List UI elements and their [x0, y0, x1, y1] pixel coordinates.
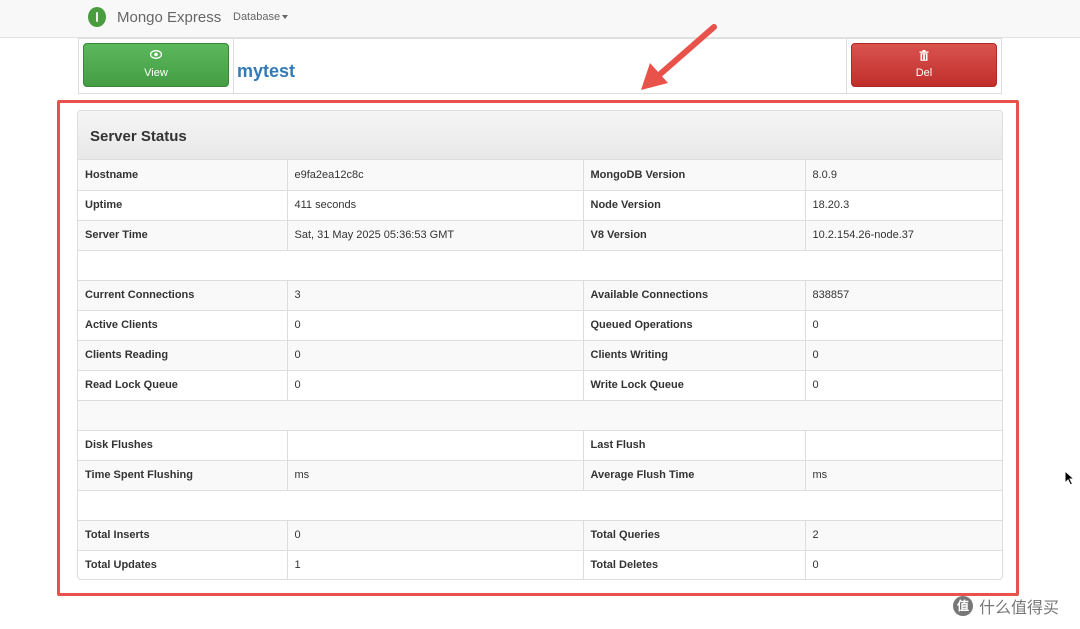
stat-value: 0: [805, 549, 1002, 579]
spacer-row: [78, 399, 1002, 430]
database-dropdown[interactable]: Database: [233, 11, 289, 23]
spacer-row: [78, 489, 1002, 520]
stat-value: 0: [805, 369, 1002, 400]
stat-label: Current Connections: [78, 279, 288, 310]
stat-label: Clients Writing: [583, 339, 806, 370]
stat-value: 2: [805, 519, 1002, 550]
table-row: Read Lock Queue 0 Write Lock Queue 0: [78, 369, 1002, 400]
table-row: Disk Flushes Last Flush: [78, 429, 1002, 460]
stat-value: 0: [805, 339, 1002, 370]
panel-title: Server Status: [78, 111, 1002, 160]
stat-label: Hostname: [78, 160, 288, 190]
table-row: Time Spent Flushing ms Average Flush Time m…: [78, 459, 1002, 490]
table-row: Clients Reading 0 Clients Writing 0: [78, 339, 1002, 370]
delete-button[interactable]: Del: [851, 43, 997, 87]
spacer-cell: [78, 489, 1002, 520]
database-dropdown-label: Database: [233, 11, 281, 23]
stat-label: Disk Flushes: [78, 429, 288, 460]
divider: [233, 39, 234, 93]
server-status-panel: Server Status Hostname e9fa2ea12c8c MongoD…: [77, 110, 1003, 580]
stat-value: 18.20.3: [805, 189, 1002, 220]
stat-value: 0: [287, 339, 584, 370]
stat-value: 0: [287, 369, 584, 400]
stat-label: Server Time: [78, 219, 288, 250]
stat-label: Read Lock Queue: [78, 369, 288, 400]
stat-label: Total Updates: [78, 549, 288, 579]
server-status-table: Hostname e9fa2ea12c8c MongoDB Version 8.0.9…: [78, 160, 1002, 579]
table-row: Uptime 411 seconds Node Version 18.20.3: [78, 189, 1002, 220]
view-button[interactable]: View: [83, 43, 229, 87]
trash-icon: [852, 50, 996, 62]
stat-label: Node Version: [583, 189, 806, 220]
stat-label: Last Flush: [583, 429, 806, 460]
spacer-cell: [78, 249, 1002, 280]
stat-value: Sat, 31 May 2025 05:36:53 GMT: [287, 219, 584, 250]
stat-label: Time Spent Flushing: [78, 459, 288, 490]
table-row: Total Inserts 0 Total Queries 2: [78, 519, 1002, 550]
stat-value: ms: [287, 459, 584, 490]
navbar: Mongo Express Database: [0, 0, 1080, 38]
stat-label: Uptime: [78, 189, 288, 220]
delete-button-label: Del: [915, 67, 933, 79]
stat-value: 3: [287, 279, 584, 310]
watermark: 值 什么值得买: [953, 594, 1059, 618]
stat-value: 0: [287, 519, 584, 550]
stat-value: 838857: [805, 279, 1002, 310]
database-name-link[interactable]: mytest: [237, 61, 295, 82]
stat-label: V8 Version: [583, 219, 806, 250]
stat-label: Total Deletes: [583, 549, 806, 579]
stat-label: Active Clients: [78, 309, 288, 340]
stat-label: Average Flush Time: [583, 459, 806, 490]
stat-value: 411 seconds: [287, 189, 584, 220]
stat-label: Total Inserts: [78, 519, 288, 550]
view-button-label: View: [144, 67, 168, 79]
mongodb-leaf-icon: [88, 7, 106, 27]
table-row: Hostname e9fa2ea12c8c MongoDB Version 8.0.9: [78, 160, 1002, 190]
stat-value: 1: [287, 549, 584, 579]
stat-label: Queued Operations: [583, 309, 806, 340]
brand-name: Mongo Express: [117, 8, 222, 26]
stat-label: Clients Reading: [78, 339, 288, 370]
spacer-row: [78, 249, 1002, 280]
stat-label: Write Lock Queue: [583, 369, 806, 400]
table-row: Active Clients 0 Queued Operations 0: [78, 309, 1002, 340]
stat-value: [805, 429, 1002, 460]
brand-link[interactable]: Mongo Express: [88, 7, 221, 27]
watermark-text: 什么值得买: [979, 600, 1060, 617]
stat-value: 0: [287, 309, 584, 340]
stat-value: ms: [805, 459, 1002, 490]
table-row: Total Updates 1 Total Deletes 0: [78, 549, 1002, 579]
stat-value: 10.2.154.26-node.37: [805, 219, 1002, 250]
stat-value: e9fa2ea12c8c: [287, 160, 584, 190]
stat-value: 8.0.9: [805, 160, 1002, 190]
divider: [846, 39, 847, 93]
eye-icon: [84, 50, 228, 62]
stat-label: Total Queries: [583, 519, 806, 550]
stat-label: Available Connections: [583, 279, 806, 310]
spacer-cell: [78, 399, 1002, 430]
watermark-badge: 值: [953, 596, 973, 616]
mouse-pointer-icon: [1064, 470, 1076, 486]
stat-label: MongoDB Version: [583, 160, 806, 190]
database-action-bar: View mytest Del: [78, 38, 1002, 94]
caret-down-icon: [282, 15, 289, 20]
table-row: Current Connections 3 Available Connection…: [78, 279, 1002, 310]
table-row: Server Time Sat, 31 May 2025 05:36:53 GMT…: [78, 219, 1002, 250]
stat-value: 0: [805, 309, 1002, 340]
stat-value: [287, 429, 584, 460]
